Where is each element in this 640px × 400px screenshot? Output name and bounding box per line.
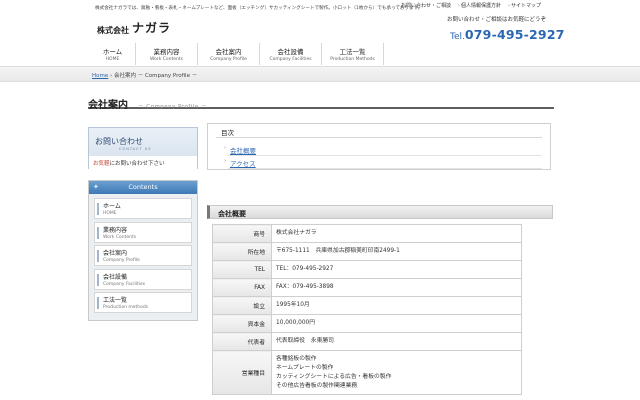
table-row: FAX FAX：079-495-3898 [212,278,522,297]
row-label: 所在地 [212,242,272,261]
sidebar-item-home[interactable]: ホーム HOME [94,198,192,219]
contact-banner-text: お気軽にお問い合わせ下さい [93,161,165,167]
item-marker [97,273,99,286]
table-row: 代表者 代表取締役 永東勝司 [212,332,522,351]
contents-menu-header: ✦ Contents [89,181,197,194]
table-of-contents: 目次 › 会社概要 › アクセス [207,123,551,170]
sparkle-icon: ✦ [93,183,99,191]
contact-banner-subtitle: CONTACT US [119,147,152,151]
table-row: 資本金 10,000,000円 [212,314,522,333]
utility-links: › お問い合わせ・ご相談 › 個人情報保護方針 › サイトマップ [398,2,548,10]
utility-link-privacy[interactable]: › 個人情報保護方針 [458,2,501,10]
breadcrumb-bar: Home › 会社案内 － Company Profile － [0,66,640,82]
table-row: 所在地 〒675-1111 兵庫県加古郡稲美町印南2499-1 [212,242,522,261]
utility-link-contact[interactable]: › お問い合わせ・ご相談 [398,2,451,10]
phone-label: Tel. [450,32,465,42]
utility-link-sitemap[interactable]: › サイトマップ [508,2,541,10]
site-tagline: 株式会社ナガラでは、腐蝕・看板・表札・ネームプレートなど、面板（エッチング）サカ… [95,6,423,11]
row-label: 営業種目 [212,350,272,395]
company-info-table: 商号 株式会社ナガラ 所在地 〒675-1111 兵庫県加古郡稲美町印南2499… [212,224,522,395]
sidebar-item-company[interactable]: 会社案内 Company Profile [94,245,192,266]
sidebar: お問い合わせ CONTACT US お気軽にお問い合わせ下さい ✦ Content… [88,127,198,321]
row-value: 代表取締役 永東勝司 [271,332,522,351]
item-marker [97,297,99,309]
toc-link-overview[interactable]: › 会社概要 [224,145,256,155]
item-marker [97,250,99,262]
page-title-ja: 会社案内 [88,100,128,111]
contact-banner-title: お問い合わせ [95,137,143,146]
chevron-right-icon: › [458,2,461,9]
chevron-right-icon: › [398,2,400,9]
row-label: 代表者 [212,332,272,351]
toc-title: 目次 [221,129,234,137]
phone-number: Tel.079-495-2927 [450,24,565,43]
breadcrumb: Home › 会社案内 － Company Profile － [92,71,197,79]
item-marker [97,203,99,215]
nav-item-work[interactable]: 業務内容 Work Contents [136,43,198,65]
breadcrumb-home-link[interactable]: Home [92,73,108,79]
sidebar-item-facilities[interactable]: 会社設備 Company Facilities [94,268,192,290]
page-title-en: － Company Profile － [138,104,208,110]
global-nav: ホーム HOME 業務内容 Work Contents 会社案内 Company Pr… [90,43,384,65]
chevron-right-icon: › [224,145,226,151]
row-label: 資本金 [212,314,272,333]
chevron-right-icon: › [508,2,511,9]
row-label: TEL [212,260,272,279]
contents-menu-list: ホーム HOME 業務内容 Work Contents 会社案内 Company Pr… [89,194,197,313]
phone-digits: 079-495-2927 [464,27,565,42]
site-header: 株式会社ナガラでは、腐蝕・看板・表札・ネームプレートなど、面板（エッチング）サカ… [0,0,640,66]
nav-item-company[interactable]: 会社案内 Company Profile [198,43,260,65]
row-value: 〒675-1111 兵庫県加古郡稲美町印南2499-1 [271,242,522,261]
page-title: 会社案内 － Company Profile － [88,93,554,111]
sidebar-item-work[interactable]: 業務内容 Work Contents [94,221,192,243]
toc-item-divider [228,155,542,156]
row-label: FAX [212,278,272,297]
table-row: 設立 1995年10月 [212,296,522,315]
logo-small-text: 株式会社 [97,26,129,35]
row-label: 設立 [212,296,272,315]
row-value: 10,000,000円 [271,314,522,333]
site-logo[interactable]: 株式会社 ナガラ [97,19,171,36]
chevron-right-icon: › [224,158,226,164]
toc-divider [216,137,542,138]
toc-link-access[interactable]: › アクセス [224,158,256,168]
nav-item-methods[interactable]: 工法一覧 Production Methods [322,43,384,65]
toc-item-divider [228,168,542,169]
row-value: 各種銘板の製作 ネームプレートの製作 カッティングシートによる広告・看板の製作 … [271,350,522,395]
row-label: 商号 [212,224,272,243]
row-value: FAX：079-495-3898 [271,278,522,297]
table-row: TEL TEL：079-495-2927 [212,260,522,279]
contents-menu: ✦ Contents ホーム HOME 業務内容 Work Contents 会社案内… [88,180,198,321]
row-value: TEL：079-495-2927 [271,260,522,279]
nav-item-facilities[interactable]: 会社設備 Company Facilities [260,43,322,65]
logo-main-text: ナガラ [132,21,172,35]
item-marker [97,226,99,239]
table-row: 商号 株式会社ナガラ [212,224,522,243]
sidebar-item-methods[interactable]: 工法一覧 Production methods [94,292,192,313]
section-heading: 会社概要 [207,205,553,219]
section-heading-text: 会社概要 [218,209,246,218]
row-value: 株式会社ナガラ [271,224,522,243]
contact-banner[interactable]: お問い合わせ CONTACT US お気軽にお問い合わせ下さい [88,127,198,169]
nav-item-home[interactable]: ホーム HOME [90,43,136,65]
breadcrumb-current: › 会社案内 － Company Profile － [108,72,198,79]
contact-note: お問い合わせ・ご相談はお気軽にどうぞ [447,17,547,23]
row-value: 1995年10月 [271,296,522,315]
table-row: 営業種目 各種銘板の製作 ネームプレートの製作 カッティングシートによる広告・看… [212,350,522,395]
